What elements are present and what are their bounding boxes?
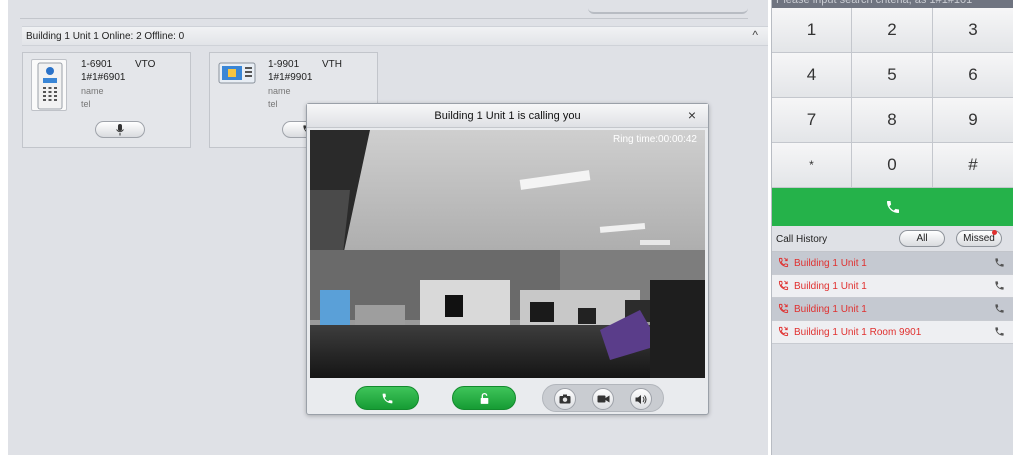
filter-missed-label: Missed <box>963 233 995 244</box>
key-6[interactable]: 6 <box>933 53 1013 98</box>
volume-icon <box>635 394 647 404</box>
dial-panel: 1 2 3 4 5 6 7 8 9 * 0 # Call History All… <box>771 0 1013 455</box>
snapshot-icon <box>559 394 571 404</box>
media-controls <box>542 384 664 412</box>
device-name: name <box>81 86 104 96</box>
key-4[interactable]: 4 <box>772 53 852 98</box>
key-1[interactable]: 1 <box>772 8 852 53</box>
missed-call-icon <box>778 257 789 268</box>
device-name: name <box>268 86 291 96</box>
device-number: 1-9901 <box>268 59 300 70</box>
device-address: 1#1#6901 <box>81 72 126 83</box>
close-icon[interactable]: × <box>688 107 696 123</box>
key-8[interactable]: 8 <box>852 98 933 143</box>
key-hash[interactable]: # <box>933 143 1013 188</box>
key-3[interactable]: 3 <box>933 8 1013 53</box>
dialog-title: Building 1 Unit 1 is calling you <box>434 110 581 122</box>
device-tel: tel <box>268 99 278 109</box>
missed-badge-dot <box>992 230 997 235</box>
key-star[interactable]: * <box>772 143 852 188</box>
key-0[interactable]: 0 <box>852 143 933 188</box>
dial-keypad: 1 2 3 4 5 6 7 8 9 * 0 # <box>772 8 1013 188</box>
history-item-name: Building 1 Unit 1 <box>794 281 867 292</box>
filter-all-button[interactable]: All <box>899 230 945 247</box>
door-station-icon <box>31 59 67 111</box>
top-toolbar-edge <box>588 4 748 14</box>
call-back-icon[interactable] <box>994 303 1005 314</box>
snapshot-button[interactable] <box>554 388 576 410</box>
missed-call-icon <box>778 303 789 314</box>
key-5[interactable]: 5 <box>852 53 933 98</box>
call-controls <box>307 381 708 415</box>
group-title: Building 1 Unit 1 Online: 2 Offline: 0 <box>26 31 185 42</box>
phone-icon <box>886 201 899 213</box>
filter-missed-button[interactable]: Missed <box>956 230 1002 247</box>
ring-time: Ring time:00:00:42 <box>613 134 697 145</box>
record-button[interactable] <box>592 388 614 410</box>
video-preview: Ring time:00:00:42 <box>310 130 705 378</box>
device-type: VTO <box>135 59 156 70</box>
incoming-call-dialog: Building 1 Unit 1 is calling you × Ring … <box>306 103 709 415</box>
call-back-icon[interactable] <box>994 280 1005 291</box>
call-history-label: Call History <box>776 234 828 245</box>
missed-call-icon <box>778 280 789 291</box>
missed-call-icon <box>778 326 789 337</box>
volume-button[interactable] <box>630 388 652 410</box>
microphone-icon <box>116 123 124 135</box>
dial-button[interactable] <box>772 188 1013 226</box>
call-history-list: Building 1 Unit 1 Building 1 Unit 1 Buil… <box>772 252 1013 344</box>
call-back-icon[interactable] <box>994 326 1005 337</box>
device-number: 1-6901 <box>81 59 113 70</box>
device-card-vto[interactable]: 1-6901 VTO 1#1#6901 name tel <box>22 52 191 148</box>
key-7[interactable]: 7 <box>772 98 852 143</box>
history-item-name: Building 1 Unit 1 <box>794 304 867 315</box>
dialog-titlebar[interactable]: Building 1 Unit 1 is calling you × <box>307 104 708 128</box>
camera-feed-image <box>310 130 705 378</box>
record-icon <box>597 395 609 403</box>
key-2[interactable]: 2 <box>852 8 933 53</box>
call-history-header: Call History All Missed <box>772 226 1013 252</box>
list-item[interactable]: Building 1 Unit 1 Room 9901 <box>772 321 1013 344</box>
history-item-name: Building 1 Unit 1 Room 9901 <box>794 327 922 338</box>
answer-icon <box>382 393 392 403</box>
list-item[interactable]: Building 1 Unit 1 <box>772 275 1013 298</box>
answer-button[interactable] <box>355 386 419 410</box>
device-type: VTH <box>322 59 342 70</box>
key-9[interactable]: 9 <box>933 98 1013 143</box>
talk-button[interactable] <box>95 121 145 138</box>
history-item-name: Building 1 Unit 1 <box>794 258 867 269</box>
top-divider <box>20 18 748 19</box>
list-item[interactable]: Building 1 Unit 1 <box>772 298 1013 321</box>
search-input[interactable] <box>772 0 1013 8</box>
unlock-button[interactable] <box>452 386 516 410</box>
call-back-icon[interactable] <box>994 257 1005 268</box>
collapse-icon[interactable]: ^ <box>752 28 758 42</box>
unlock-icon <box>480 392 488 404</box>
list-item[interactable]: Building 1 Unit 1 <box>772 252 1013 275</box>
indoor-monitor-icon <box>218 61 256 87</box>
device-tel: tel <box>81 99 91 109</box>
group-header[interactable]: Building 1 Unit 1 Online: 2 Offline: 0 ^ <box>22 26 768 46</box>
search-box[interactable] <box>772 0 1013 8</box>
device-address: 1#1#9901 <box>268 72 313 83</box>
